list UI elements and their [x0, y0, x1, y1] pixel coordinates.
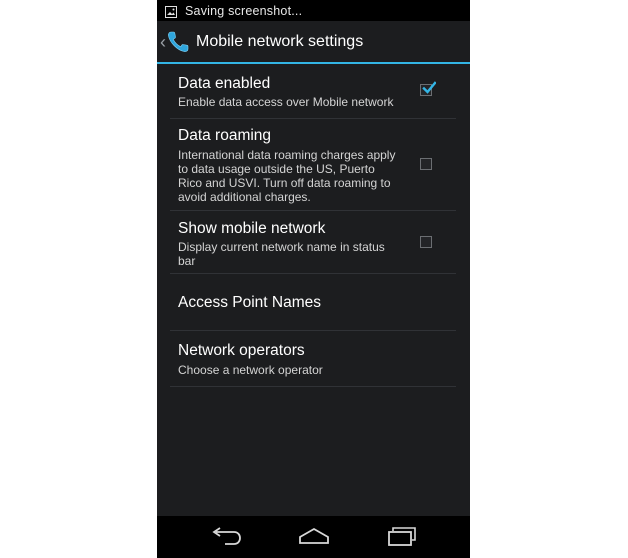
setting-show-mobile-network[interactable]: Show mobile network Display current netw… [170, 211, 456, 274]
setting-summary: Choose a network operator [178, 363, 323, 377]
setting-summary: Enable data access over Mobile network [178, 95, 394, 109]
image-icon [165, 5, 177, 18]
setting-summary: International data roaming charges apply… [178, 148, 396, 204]
setting-data-roaming[interactable]: Data roaming International data roaming … [170, 119, 456, 211]
recent-apps-icon[interactable] [384, 526, 420, 548]
check-icon [422, 81, 437, 95]
navigation-bar [157, 516, 470, 558]
phone-icon[interactable] [166, 30, 190, 54]
setting-network-operators[interactable]: Network operators Choose a network opera… [170, 331, 456, 387]
setting-title: Network operators [178, 342, 305, 359]
setting-data-enabled[interactable]: Data enabled Enable data access over Mob… [170, 64, 456, 119]
data-roaming-checkbox[interactable] [420, 158, 432, 170]
status-notification-text: Saving screenshot... [185, 3, 303, 18]
setting-access-point-names[interactable]: Access Point Names [170, 274, 456, 331]
page-title: Mobile network settings [196, 32, 364, 50]
setting-title: Data enabled [178, 75, 271, 92]
status-bar: Saving screenshot... [157, 0, 470, 21]
home-icon[interactable] [296, 526, 332, 548]
setting-title: Access Point Names [178, 294, 321, 311]
action-bar: ‹ Mobile network settings [157, 21, 470, 64]
phone-screen: Saving screenshot... ‹ Mobile network se… [157, 0, 470, 558]
setting-title: Data roaming [178, 127, 272, 144]
back-icon[interactable] [207, 526, 243, 548]
setting-summary: Display current network name in status b… [178, 240, 385, 268]
settings-list: Data enabled Enable data access over Mob… [170, 64, 456, 387]
setting-title: Show mobile network [178, 220, 326, 237]
show-mobile-network-checkbox[interactable] [420, 236, 432, 248]
